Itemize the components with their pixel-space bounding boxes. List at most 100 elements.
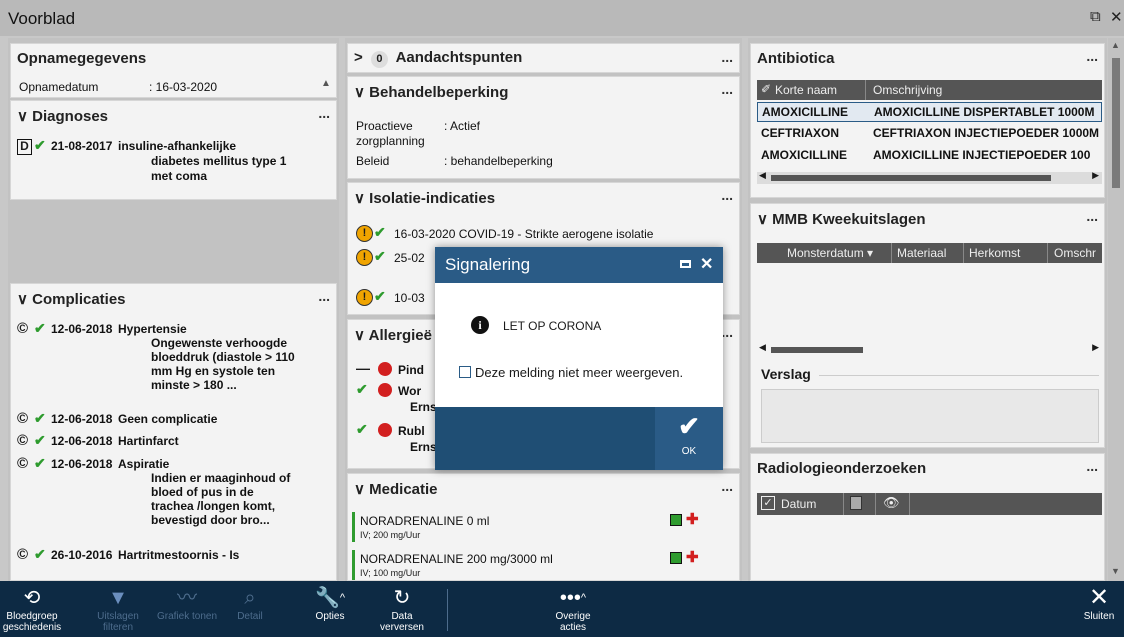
medication-item[interactable]: NORADRENALINE 200 mg/3000 ml IV; 100 mg/…	[352, 549, 737, 580]
complication-date: 12-06-2018	[51, 412, 113, 426]
column-header[interactable]: Omschrijving	[873, 83, 942, 97]
sluiten-button[interactable]: ✕ Sluiten	[1074, 581, 1124, 637]
radiologie-more-button[interactable]: ...	[1086, 459, 1098, 473]
scroll-right-icon[interactable]: ▶	[1092, 170, 1099, 181]
dont-show-checkbox[interactable]	[459, 366, 471, 378]
aandacht-count-badge: 0	[370, 51, 388, 68]
copyright-c-icon: ©	[17, 320, 29, 337]
behandel-panel: ∨ Behandelbeperking ... Proactieve : Act…	[347, 76, 740, 179]
complication-desc: mm Hg en systole ten	[151, 364, 276, 378]
button-label: acties	[559, 622, 587, 633]
table-row[interactable]: AMOXICILLINE AMOXICILLINE DISPERTABLET 1…	[757, 102, 1102, 122]
column-header[interactable]: Omschr	[1054, 246, 1096, 260]
scroll-down-icon[interactable]: ▼	[1111, 566, 1120, 576]
diagnoses-more-button[interactable]: ...	[318, 106, 330, 120]
table-row[interactable]: CEFTRIAXON CEFTRIAXON INJECTIEPOEDER 100…	[757, 124, 1102, 144]
verslag-textbox[interactable]	[761, 389, 1099, 443]
chevron-down-icon[interactable]: ∨	[354, 190, 365, 207]
complication-date: 12-06-2018	[51, 457, 113, 471]
maximize-icon[interactable]	[680, 260, 691, 268]
pill-icon: ✐	[761, 82, 772, 96]
chevron-down-icon[interactable]: ∨	[354, 481, 365, 498]
scrollbar-thumb[interactable]	[771, 347, 863, 353]
scroll-up-icon[interactable]: ▲	[1111, 40, 1120, 50]
filter-button[interactable]: ▼ Uitslagen filteren	[86, 581, 150, 637]
restore-icon[interactable]: ⧉	[1090, 8, 1101, 25]
bloedgroep-button[interactable]: ⟲ Bloedgroep geschiedenis	[0, 581, 64, 637]
opname-panel: Opnamegegevens Opnamedatum : 16-03-2020 …	[10, 43, 337, 98]
mmb-more-button[interactable]: ...	[1086, 209, 1098, 223]
document-icon	[850, 496, 862, 510]
complicaties-panel: ∨ Complicaties ... © ✔ 12-06-2018 Hypert…	[10, 283, 337, 581]
close-icon[interactable]: ✕	[700, 254, 713, 274]
allergie-more-button[interactable]: ...	[721, 325, 733, 339]
close-icon[interactable]: ✕	[1110, 8, 1123, 26]
chevron-right-icon[interactable]: >	[354, 49, 363, 66]
aandacht-more-button[interactable]: ...	[721, 50, 733, 64]
opties-button[interactable]: 🔧^ Opties	[300, 581, 360, 637]
scroll-left-icon[interactable]: ◀	[759, 342, 766, 353]
copyright-c-icon: ©	[17, 432, 29, 449]
medicatie-more-button[interactable]: ...	[721, 479, 733, 493]
chevron-down-icon[interactable]: ∨	[354, 327, 365, 344]
medication-item[interactable]: NORADRENALINE 0 ml IV; 200 mg/Uur ✚	[352, 511, 737, 544]
complication-item[interactable]: © ✔ 12-06-2018 Geen complicatie	[17, 410, 327, 430]
dialog-footer: ✔ OK	[435, 407, 723, 470]
chevron-down-icon[interactable]: ∨	[757, 211, 768, 228]
dash-icon: —	[356, 360, 370, 376]
complication-title: Hartritmestoornis - Is	[118, 548, 240, 562]
column-header[interactable]: Materiaal	[897, 246, 946, 260]
scrollbar-thumb[interactable]	[1112, 58, 1120, 188]
button-label: Bloedgroep	[6, 611, 58, 622]
column-header[interactable]: Korte naam	[775, 83, 837, 97]
diagnosis-badge: D	[17, 139, 32, 155]
button-label: Data	[391, 611, 413, 622]
complication-date: 12-06-2018	[51, 434, 113, 448]
grafiek-button[interactable]: 〰 Grafiek tonen	[150, 581, 224, 637]
table-cell: AMOXICILLINE	[762, 105, 848, 119]
checkbox-icon[interactable]: ✓	[761, 496, 775, 510]
isolatie-item[interactable]: ! ✔ 16-03-2020 COVID-19 - Strikte aeroge…	[356, 224, 736, 245]
column-header[interactable]: Monsterdatum ▾	[787, 246, 873, 260]
dont-show-label[interactable]: Deze melding niet meer weergeven.	[475, 365, 683, 380]
antibiotica-more-button[interactable]: ...	[1086, 49, 1098, 63]
chevron-down-icon[interactable]: ∨	[354, 84, 365, 101]
diagnosis-text: met coma	[151, 169, 208, 183]
filter-icon: ▼	[108, 587, 128, 609]
data-verversen-button[interactable]: ↻ Data verversen	[372, 581, 432, 637]
complication-item[interactable]: © ✔ 12-06-2018 Hypertensie Ongewenste ve…	[17, 320, 327, 404]
dialog-header: Signalering ✕	[435, 247, 723, 283]
scroll-up-icon[interactable]: ▲	[321, 78, 331, 89]
horizontal-scrollbar[interactable]: ◀ ▶	[757, 342, 1102, 356]
check-icon: ✔	[374, 288, 386, 304]
toolbar-divider	[447, 589, 448, 631]
table-row[interactable]: AMOXICILLINE AMOXICILLINE INJECTIEPOEDER…	[757, 146, 1102, 166]
medication-sub: IV; 200 mg/Uur	[360, 530, 421, 540]
button-label: verversen	[380, 622, 424, 633]
column-header[interactable]: Herkomst	[969, 246, 1020, 260]
complicaties-more-button[interactable]: ...	[318, 289, 330, 303]
column-header[interactable]: Datum	[781, 497, 816, 511]
behandel-more-button[interactable]: ...	[721, 82, 733, 96]
overige-acties-button[interactable]: •••^ Overige acties	[538, 581, 608, 637]
scroll-left-icon[interactable]: ◀	[759, 170, 766, 181]
isolatie-more-button[interactable]: ...	[721, 188, 733, 202]
ok-button[interactable]: ✔ OK	[655, 407, 723, 470]
detail-button[interactable]: ⌕ Detail	[224, 581, 276, 637]
scrollbar-thumb[interactable]	[771, 175, 1051, 181]
diagnoses-title: Diagnoses	[32, 108, 109, 125]
horizontal-scrollbar[interactable]: ◀ ▶	[757, 170, 1102, 184]
scroll-right-icon[interactable]: ▶	[1092, 342, 1099, 353]
complication-desc: bevestigd door bro...	[151, 513, 270, 527]
no-entry-icon	[378, 423, 392, 437]
vertical-scrollbar[interactable]: ▲ ▼	[1108, 38, 1124, 581]
chevron-down-icon[interactable]: ∨	[17, 291, 28, 308]
signalering-dialog: Signalering ✕ i LET OP CORONA Deze meldi…	[435, 247, 723, 470]
check-icon: ✔	[356, 421, 368, 437]
chevron-down-icon[interactable]: ∨	[17, 108, 28, 125]
complication-item[interactable]: © ✔ 12-06-2018 Aspiratie Indien er maagi…	[17, 455, 327, 539]
check-icon: ✔	[34, 137, 46, 153]
complication-item[interactable]: © ✔ 26-10-2016 Hartritmestoornis - Is	[17, 546, 327, 566]
checkmark-icon: ✔	[678, 411, 700, 441]
complication-item[interactable]: © ✔ 12-06-2018 Hartinfarct	[17, 432, 327, 452]
